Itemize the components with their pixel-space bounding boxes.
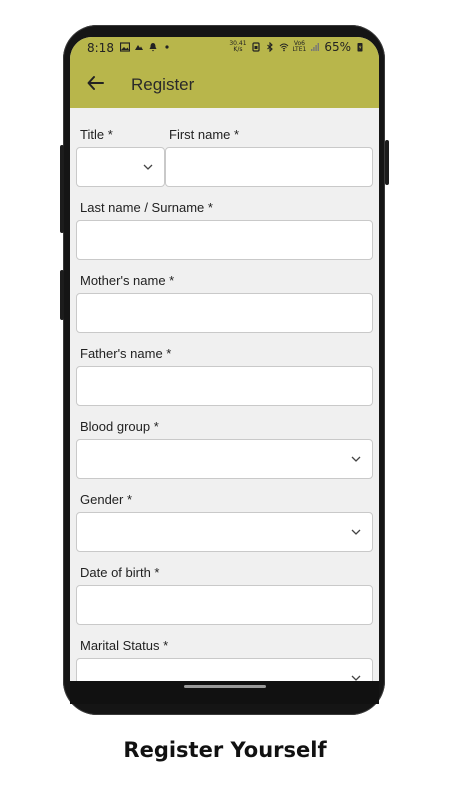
gender-select[interactable] xyxy=(76,512,373,552)
mothers-name-label: Mother's name * xyxy=(80,273,175,288)
network-type: Vo6 LTE1 xyxy=(293,41,307,53)
volume-button xyxy=(60,145,64,233)
dot-icon xyxy=(165,45,169,49)
page-title: Register xyxy=(131,75,195,94)
last-name-input[interactable] xyxy=(76,220,373,260)
battery-charging-icon xyxy=(357,43,363,52)
first-name-input[interactable] xyxy=(165,147,373,187)
network-speed-unit: K/s xyxy=(233,46,243,53)
last-name-label: Last name / Surname * xyxy=(80,200,213,215)
gallery-icon xyxy=(135,45,143,50)
title-select[interactable] xyxy=(76,147,165,187)
system-nav-bar xyxy=(70,681,379,704)
battery-percent: 65% xyxy=(324,40,351,54)
mothers-name-input[interactable] xyxy=(76,293,373,333)
power-button xyxy=(385,140,389,185)
image-icon xyxy=(120,42,130,52)
dob-input[interactable] xyxy=(76,585,373,625)
system-icons: 30.41 K/s Vo6 LTE1 65% xyxy=(229,40,365,54)
bell-icon xyxy=(149,43,157,52)
volume-button-lower xyxy=(60,270,64,320)
app-bar: Register xyxy=(70,60,379,108)
blood-group-label: Blood group * xyxy=(80,419,159,434)
network-speed: 30.41 K/s xyxy=(229,41,246,53)
status-time: 8:18 xyxy=(87,41,114,55)
signal-icon xyxy=(311,43,320,51)
fathers-name-label: Father's name * xyxy=(80,346,172,361)
chevron-down-icon xyxy=(351,529,361,535)
first-name-label: First name * xyxy=(169,127,240,142)
marital-status-label: Marital Status * xyxy=(80,638,169,653)
chevron-down-icon xyxy=(351,456,361,462)
dob-label: Date of birth * xyxy=(80,565,160,580)
network-label-bottom: LTE1 xyxy=(292,46,307,53)
fathers-name-input[interactable] xyxy=(76,366,373,406)
app-screen: 8:18 30.41 K/s Vo6 LTE1 65% Register Tit… xyxy=(70,37,379,684)
chevron-down-icon xyxy=(143,164,153,170)
title-label: Title * xyxy=(80,127,113,142)
arrow-left-icon[interactable] xyxy=(85,72,107,94)
home-gesture-pill[interactable] xyxy=(184,685,266,688)
battery-saver-icon xyxy=(251,42,260,52)
bluetooth-icon xyxy=(266,42,273,52)
blood-group-select[interactable] xyxy=(76,439,373,479)
gender-label: Gender * xyxy=(80,492,133,507)
wifi-icon xyxy=(279,43,288,52)
caption-text: Register Yourself xyxy=(123,738,327,762)
notification-icons xyxy=(120,42,172,52)
status-bar: 8:18 30.41 K/s Vo6 LTE1 65% xyxy=(70,37,379,60)
